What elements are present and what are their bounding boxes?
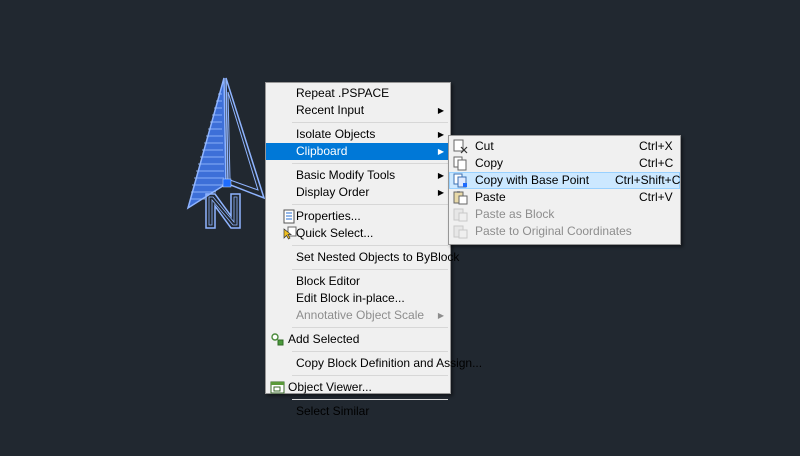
menu-item-quick-select[interactable]: Quick Select...	[266, 225, 450, 242]
menu-item-isolate-objects[interactable]: Isolate Objects ▶	[266, 126, 450, 143]
clipboard-submenu: Cut Ctrl+X Copy Ctrl+C Copy with Base Po…	[448, 135, 681, 245]
menu-separator	[292, 327, 448, 328]
menu-item-paste[interactable]: Paste Ctrl+V	[449, 189, 680, 206]
submenu-arrow-icon: ▶	[437, 188, 444, 197]
menu-item-basic-modify-tools[interactable]: Basic Modify Tools ▶	[266, 167, 450, 184]
paste-original-coords-icon	[453, 225, 468, 239]
menu-item-label: Paste	[475, 190, 506, 204]
menu-item-copy-block-definition[interactable]: Copy Block Definition and Assign...	[266, 355, 482, 372]
menu-item-label: Isolate Objects	[296, 127, 376, 141]
menu-separator	[292, 163, 448, 164]
menu-separator	[292, 122, 448, 123]
menu-item-label: Select Similar	[296, 404, 370, 418]
menu-item-block-editor[interactable]: Block Editor	[266, 273, 450, 290]
menu-item-label: Properties...	[296, 209, 361, 223]
add-selected-icon	[271, 333, 284, 346]
paste-icon	[453, 191, 468, 205]
menu-item-label: Object Viewer...	[288, 380, 372, 394]
menu-item-copy-with-base-point[interactable]: Copy with Base Point Ctrl+Shift+C	[449, 172, 680, 189]
object-viewer-icon	[270, 381, 285, 394]
menu-item-label: Display Order	[296, 185, 370, 199]
menu-item-label: Paste as Block	[475, 207, 555, 221]
menu-item-repeat[interactable]: Repeat .PSPACE	[266, 85, 450, 102]
menu-item-label: Basic Modify Tools	[296, 168, 396, 182]
menu-separator	[292, 245, 448, 246]
submenu-arrow-icon: ▶	[437, 106, 444, 115]
paste-as-block-icon	[453, 208, 468, 222]
shortcut-text: Ctrl+C	[639, 156, 674, 170]
menu-item-label: Recent Input	[296, 103, 365, 117]
menu-item-cut[interactable]: Cut Ctrl+X	[449, 138, 680, 155]
menu-item-paste-as-block[interactable]: Paste as Block	[449, 206, 680, 223]
menu-item-recent-input[interactable]: Recent Input ▶	[266, 102, 450, 119]
context-menu: Repeat .PSPACE Recent Input ▶ Isolate Ob…	[265, 82, 482, 418]
menu-item-label: Copy Block Definition and Assign...	[296, 356, 483, 370]
quick-select-icon	[283, 226, 297, 240]
menu-item-annotative-scale[interactable]: Annotative Object Scale ▶	[266, 307, 450, 324]
submenu-arrow-icon: ▶	[437, 147, 444, 156]
menu-separator	[292, 399, 448, 400]
menu-item-label: Paste to Original Coordinates	[475, 224, 632, 238]
menu-item-label: Add Selected	[288, 332, 360, 346]
menu-item-copy[interactable]: Copy Ctrl+C	[449, 155, 680, 172]
menu-item-label: Annotative Object Scale	[296, 308, 425, 322]
menu-item-select-similar[interactable]: Select Similar	[266, 403, 450, 420]
menu-item-label: Repeat .PSPACE	[296, 86, 390, 100]
menu-item-properties[interactable]: Properties...	[266, 208, 450, 225]
copy-icon	[453, 156, 467, 171]
menu-item-set-nested-objects[interactable]: Set Nested Objects to ByBlock	[266, 249, 459, 266]
north-arrow-block[interactable]	[186, 77, 266, 229]
menu-item-display-order[interactable]: Display Order ▶	[266, 184, 450, 201]
menu-item-paste-original-coords[interactable]: Paste to Original Coordinates	[449, 223, 680, 240]
menu-item-label: Clipboard	[296, 144, 348, 158]
copy-base-point-icon	[453, 173, 467, 188]
menu-item-label: Set Nested Objects to ByBlock	[296, 250, 460, 264]
menu-separator	[292, 375, 448, 376]
menu-item-label: Copy	[475, 156, 504, 170]
menu-item-label: Cut	[475, 139, 494, 153]
shortcut-text: Ctrl+V	[639, 190, 673, 204]
shortcut-text: Ctrl+Shift+C	[615, 173, 681, 187]
properties-icon	[283, 209, 295, 224]
shortcut-text: Ctrl+X	[639, 139, 673, 153]
submenu-arrow-icon: ▶	[437, 171, 444, 180]
menu-item-label: Quick Select...	[296, 226, 374, 240]
menu-separator	[292, 204, 448, 205]
menu-separator	[292, 269, 448, 270]
menu-item-clipboard[interactable]: Clipboard ▶	[266, 143, 450, 160]
submenu-arrow-icon: ▶	[437, 130, 444, 139]
menu-item-add-selected[interactable]: Add Selected	[266, 331, 450, 348]
menu-item-object-viewer[interactable]: Object Viewer...	[266, 379, 450, 396]
submenu-arrow-icon: ▶	[437, 311, 444, 320]
menu-item-edit-block-inplace[interactable]: Edit Block in-place...	[266, 290, 450, 307]
cut-icon	[453, 139, 468, 154]
menu-separator	[292, 351, 448, 352]
menu-item-label: Copy with Base Point	[475, 173, 590, 187]
menu-item-label: Block Editor	[296, 274, 361, 288]
menu-item-label: Edit Block in-place...	[296, 291, 405, 305]
